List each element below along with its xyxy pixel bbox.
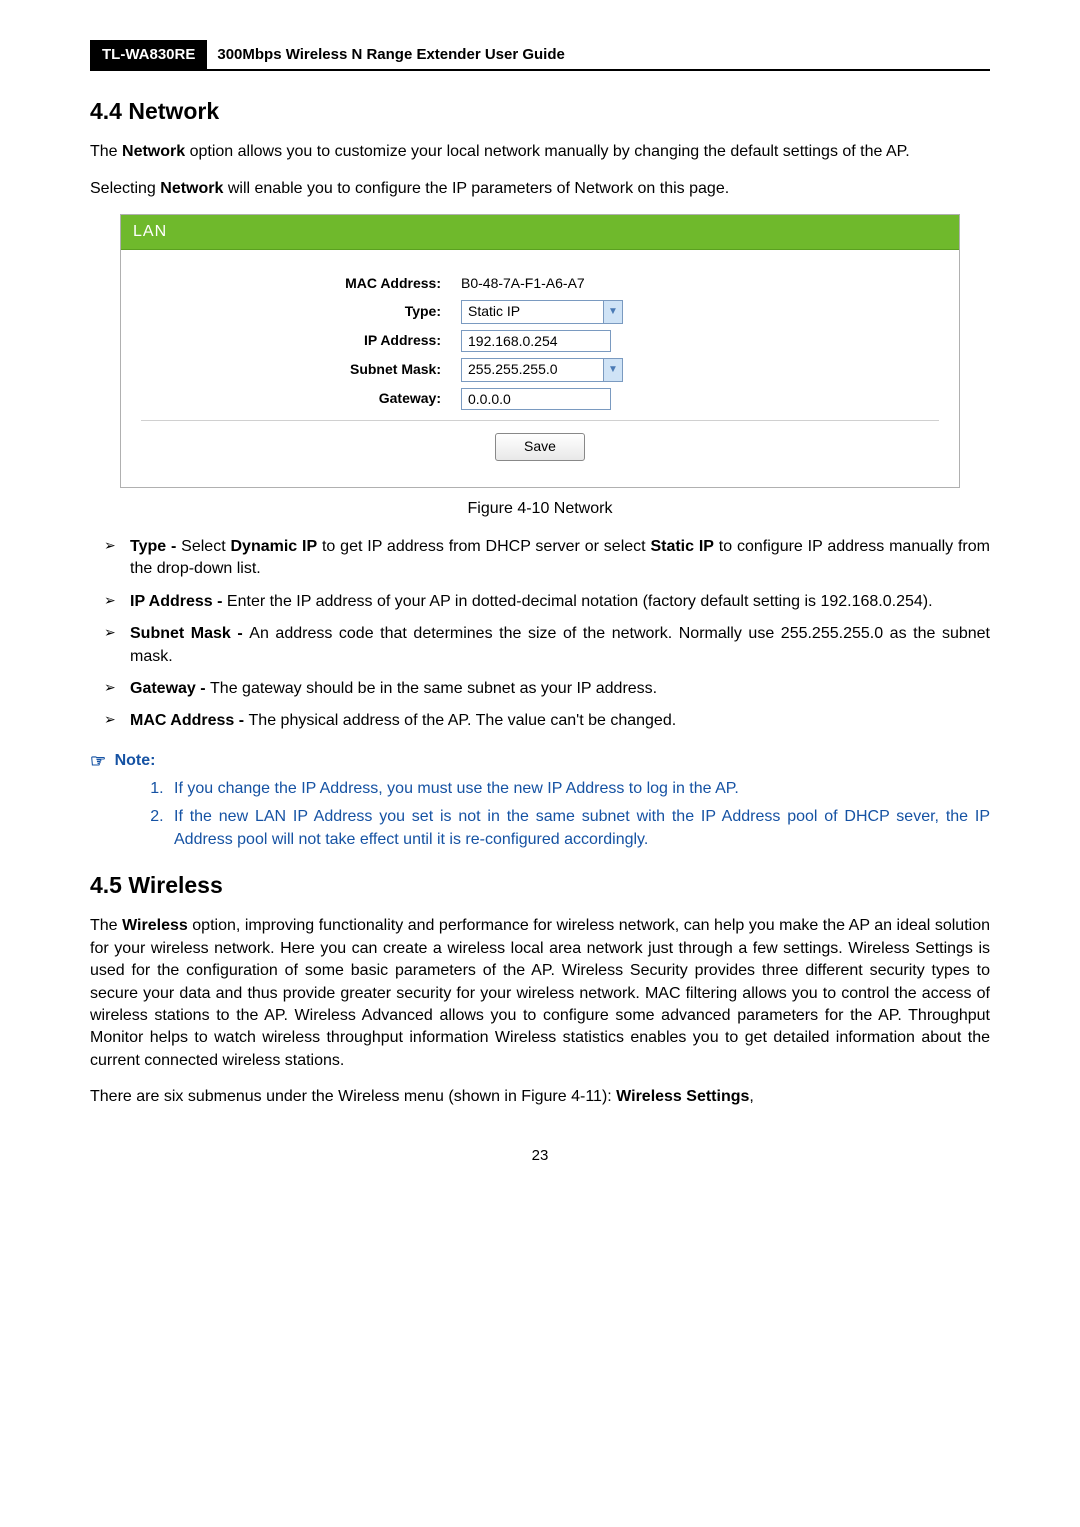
section-4-5-paragraph-2: There are six submenus under the Wireles… bbox=[90, 1086, 990, 1108]
bullet-ip-address: IP Address - Enter the IP address of you… bbox=[90, 591, 990, 613]
document-header: TL-WA830RE 300Mbps Wireless N Range Exte… bbox=[90, 40, 990, 71]
ip-address-input[interactable] bbox=[461, 330, 611, 352]
lan-panel-title: LAN bbox=[121, 215, 959, 250]
page-number: 23 bbox=[90, 1145, 990, 1166]
ip-address-label: IP Address: bbox=[141, 331, 461, 351]
note-heading: ☞ Note: bbox=[90, 747, 990, 772]
subnet-mask-select[interactable]: 255.255.255.0 ▼ bbox=[461, 358, 623, 382]
save-button[interactable]: Save bbox=[495, 433, 585, 461]
section-4-4-paragraph-2: Selecting Network will enable you to con… bbox=[90, 178, 990, 200]
model-badge: TL-WA830RE bbox=[90, 40, 207, 69]
note-item-1: If you change the IP Address, you must u… bbox=[168, 778, 990, 800]
bullet-gateway: Gateway - The gateway should be in the s… bbox=[90, 678, 990, 700]
gateway-label: Gateway: bbox=[141, 389, 461, 409]
chevron-down-icon: ▼ bbox=[603, 301, 622, 323]
bullet-type: Type - Select Dynamic IP to get IP addre… bbox=[90, 536, 990, 581]
bullet-subnet-mask: Subnet Mask - An address code that deter… bbox=[90, 623, 990, 668]
guide-title: 300Mbps Wireless N Range Extender User G… bbox=[207, 44, 564, 65]
chevron-down-icon: ▼ bbox=[603, 359, 622, 381]
subnet-mask-value: 255.255.255.0 bbox=[462, 359, 603, 381]
type-select-value: Static IP bbox=[462, 301, 603, 323]
section-4-4-heading: 4.4 Network bbox=[90, 95, 990, 127]
mac-address-label: MAC Address: bbox=[141, 274, 461, 294]
mac-address-value: B0-48-7A-F1-A6-A7 bbox=[461, 274, 585, 294]
bullet-mac-address: MAC Address - The physical address of th… bbox=[90, 710, 990, 732]
type-select[interactable]: Static IP ▼ bbox=[461, 300, 623, 324]
lan-panel: LAN MAC Address: B0-48-7A-F1-A6-A7 Type:… bbox=[120, 214, 960, 488]
section-4-5-paragraph-1: The Wireless option, improving functiona… bbox=[90, 915, 990, 1072]
note-item-2: If the new LAN IP Address you set is not… bbox=[168, 806, 990, 851]
pointing-hand-icon: ☞ bbox=[90, 749, 106, 774]
section-4-5-heading: 4.5 Wireless bbox=[90, 869, 990, 901]
section-4-4-paragraph-1: The Network option allows you to customi… bbox=[90, 141, 990, 163]
subnet-mask-label: Subnet Mask: bbox=[141, 360, 461, 380]
type-label: Type: bbox=[141, 302, 461, 322]
figure-caption: Figure 4-10 Network bbox=[90, 498, 990, 520]
gateway-input[interactable] bbox=[461, 388, 611, 410]
